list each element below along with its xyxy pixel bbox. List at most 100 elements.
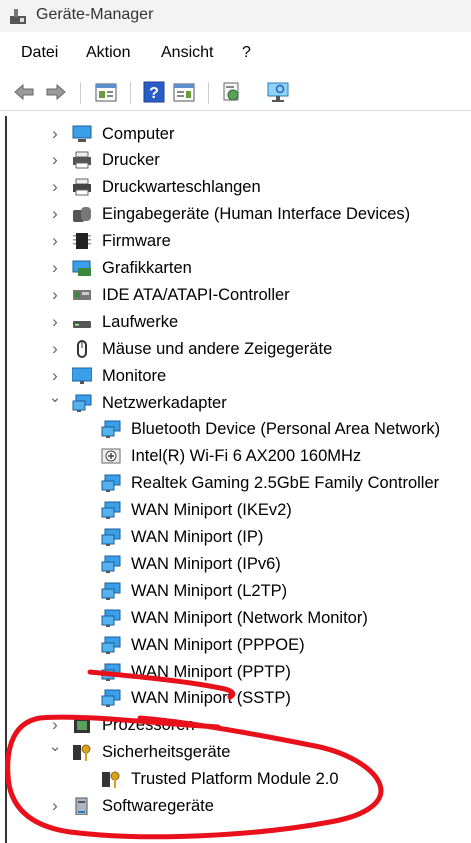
svg-text:?: ? (149, 85, 159, 102)
tree-device[interactable]: Realtek Gaming 2.5GbE Family Controller (7, 470, 471, 496)
menu-aktion[interactable]: Aktion (84, 44, 132, 62)
tree-device[interactable]: WAN Miniport (SSTP) (7, 685, 471, 711)
menu-ansicht[interactable]: Ansicht (159, 44, 215, 62)
device-tree: › Computer › Drucker › Druckwarteschlangen › Ei… (5, 116, 471, 843)
wifi-adapter-icon (101, 447, 121, 465)
tree-item-label: Intel(R) Wi-Fi 6 AX200 160MHz (131, 447, 362, 466)
network-adapter-icon (101, 474, 121, 493)
chevron-right-icon[interactable]: › (47, 228, 63, 254)
tree-item-label: Trusted Platform Module 2.0 (131, 770, 339, 789)
tree-item-label: Sicherheitsgeräte (102, 743, 231, 762)
tree-device[interactable]: WAN Miniport (IKEv2) (7, 497, 471, 523)
tree-item-label: Eingabegeräte (Human Interface Devices) (102, 205, 411, 224)
tree-item-label: Monitore (102, 366, 167, 385)
menu-datei[interactable]: Datei (19, 44, 60, 62)
tree-device[interactable]: WAN Miniport (PPTP) (7, 659, 471, 685)
tree-item-label: Grafikkarten (102, 259, 192, 277)
network-adapter-icon (101, 689, 121, 708)
network-adapter-icon (101, 636, 121, 654)
hid-icon (72, 205, 92, 223)
tree-item-label: WAN Miniport (L2TP) (131, 581, 288, 600)
chevron-right-icon[interactable]: › (47, 309, 63, 335)
tree-device[interactable]: WAN Miniport (Network Monitor) (7, 605, 471, 631)
chevron-right-icon[interactable]: › (47, 282, 63, 308)
tree-item-label: Druckwarteschlangen (102, 178, 261, 197)
tree-item-label: Computer (102, 124, 175, 143)
properties-icon[interactable] (94, 80, 118, 104)
tree-device[interactable]: Bluetooth Device (Personal Area Network) (7, 416, 471, 442)
tree-category[interactable]: › Softwaregeräte (7, 793, 471, 819)
print-queue-icon (72, 178, 92, 196)
tree-category[interactable]: › Monitore (7, 363, 471, 389)
tree-device[interactable]: Trusted Platform Module 2.0 (7, 766, 471, 792)
tree-category[interactable]: › Druckwarteschlangen (7, 174, 471, 200)
chevron-right-icon[interactable]: › (47, 255, 63, 281)
firmware-icon (72, 232, 92, 250)
tree-item-label: Realtek Gaming 2.5GbE Family Controller (131, 474, 440, 493)
tree-item-label: WAN Miniport (IPv6) (131, 554, 281, 573)
forward-icon[interactable] (44, 80, 68, 104)
tree-item-label: Laufwerke (102, 312, 179, 331)
scan-hardware-icon[interactable] (220, 80, 244, 104)
tree-item-label: WAN Miniport (IKEv2) (131, 501, 292, 520)
network-adapter-icon (101, 555, 121, 573)
chevron-right-icon[interactable]: › (47, 336, 63, 362)
tree-item-label: WAN Miniport (IP) (131, 528, 264, 546)
tree-device[interactable]: Intel(R) Wi-Fi 6 AX200 160MHz (7, 443, 471, 469)
tree-category[interactable]: › Eingabegeräte (Human Interface Devices) (7, 201, 471, 227)
menu-bar: Datei Aktion Ansicht ? (0, 44, 471, 70)
tree-device[interactable]: WAN Miniport (L2TP) (7, 578, 471, 604)
computer-icon (72, 125, 92, 143)
view-icon[interactable] (172, 80, 196, 104)
chevron-down-icon[interactable]: ⌄ (47, 739, 63, 765)
tree-item-label: Bluetooth Device (Personal Area Network) (131, 420, 441, 439)
chevron-right-icon[interactable]: › (47, 147, 63, 173)
tree-item-label: IDE ATA/ATAPI-Controller (102, 285, 290, 304)
chevron-down-icon[interactable]: ⌄ (47, 389, 63, 416)
tree-category[interactable]: › Drucker (7, 147, 471, 173)
tree-device[interactable]: WAN Miniport (IPv6) (7, 551, 471, 577)
tree-category[interactable]: ⌄ Netzwerkadapter (7, 389, 471, 416)
network-adapter-icon (72, 394, 92, 412)
processor-icon (72, 716, 92, 734)
network-adapter-icon (101, 582, 121, 600)
network-adapter-icon (101, 609, 121, 627)
help-icon[interactable]: ? (142, 80, 166, 104)
tree-category[interactable]: › Laufwerke (7, 309, 471, 335)
tree-device[interactable]: WAN Miniport (IP) (7, 524, 471, 550)
tree-device[interactable]: WAN Miniport (PPPOE) (7, 632, 471, 658)
tree-item-label: Prozessoren (102, 716, 195, 735)
chevron-right-icon[interactable]: › (47, 174, 63, 200)
menu-help[interactable]: ? (240, 44, 253, 62)
device-manager-icon (10, 9, 26, 24)
tree-item-label: Mäuse und andere Zeigegeräte (102, 339, 333, 358)
network-adapter-icon (101, 663, 121, 681)
tree-item-label: Firmware (102, 232, 171, 251)
back-icon[interactable] (12, 80, 36, 104)
chevron-right-icon[interactable]: › (47, 201, 63, 227)
tree-item-label: Softwaregeräte (102, 797, 214, 815)
software-device-icon (72, 797, 92, 815)
tree-category[interactable]: › IDE ATA/ATAPI-Controller (7, 282, 471, 308)
network-adapter-icon (101, 420, 121, 439)
tree-category[interactable]: › Prozessoren (7, 712, 471, 738)
tree-category[interactable]: › Mäuse und andere Zeigegeräte (7, 336, 471, 362)
tree-category[interactable]: › Computer (7, 121, 471, 147)
tree-item-label: WAN Miniport (Network Monitor) (131, 608, 368, 627)
tree-category[interactable]: › Grafikkarten (7, 255, 471, 281)
tree-category[interactable]: › Firmware (7, 228, 471, 254)
monitor-icon[interactable] (266, 80, 290, 104)
chevron-right-icon[interactable]: › (47, 712, 63, 738)
network-adapter-icon (101, 501, 121, 520)
tree-item-label: WAN Miniport (PPPOE) (131, 635, 305, 654)
chevron-right-icon[interactable]: › (47, 793, 63, 819)
tree-item-label: Netzwerkadapter (102, 393, 227, 412)
chevron-right-icon[interactable]: › (47, 363, 63, 389)
chevron-right-icon[interactable]: › (47, 121, 63, 147)
ide-controller-icon (72, 286, 92, 304)
display-adapter-icon (72, 259, 92, 277)
tree-category[interactable]: ⌄ Sicherheitsgeräte (7, 739, 471, 765)
monitor-icon (72, 367, 92, 385)
tree-item-label: Drucker (102, 151, 160, 170)
tree-item-label: WAN Miniport (PPTP) (131, 662, 291, 681)
